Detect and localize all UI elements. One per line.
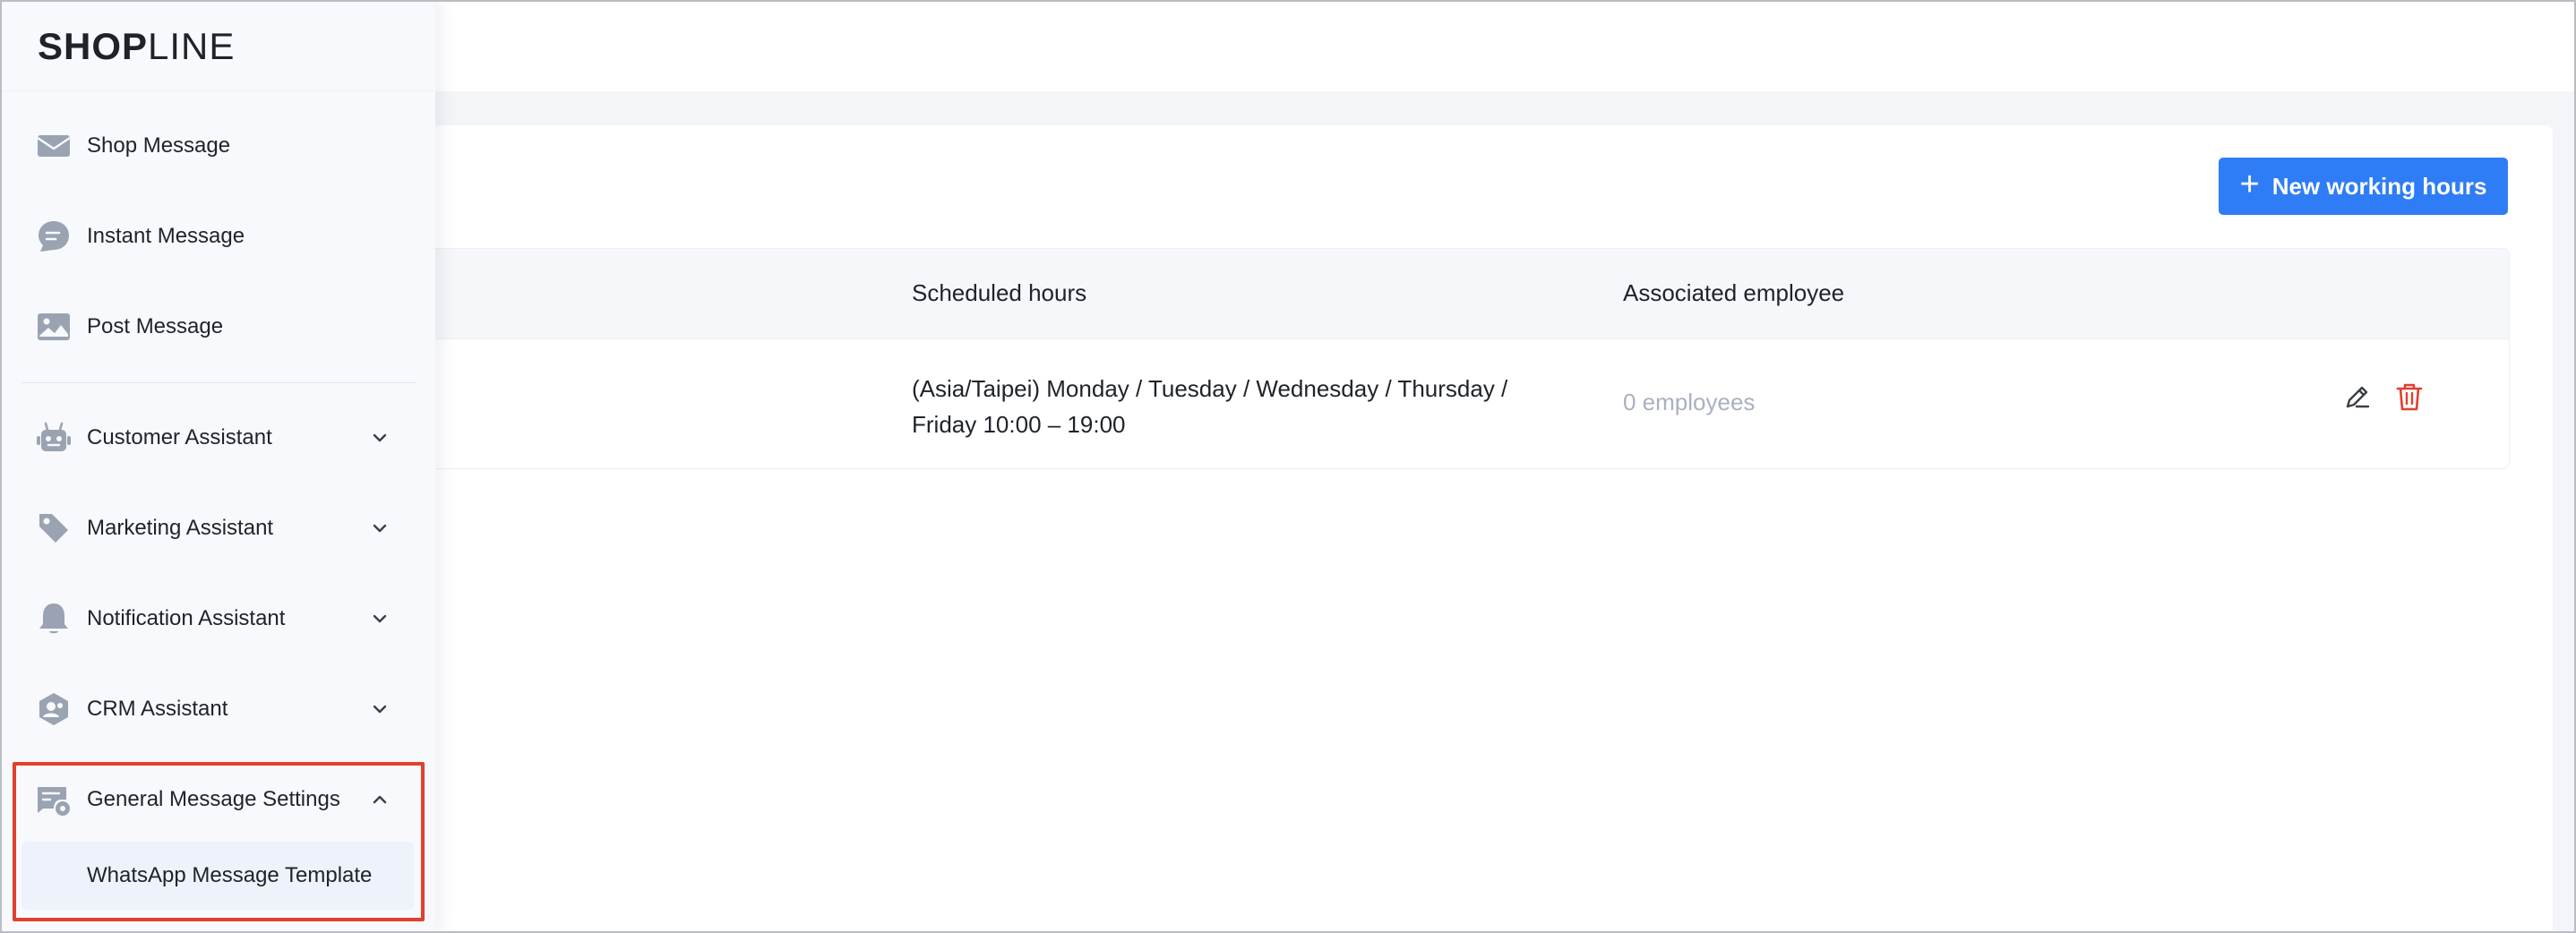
new-working-hours-label: New working hours (2271, 172, 2487, 200)
associated-employee-cell[interactable]: 0 employees (1623, 389, 1755, 416)
column-header-scheduled-hours: Scheduled hours (912, 279, 1087, 306)
chat-bubble-icon (36, 218, 72, 254)
sidebar-item-crm-assistant[interactable]: CRM Assistant (0, 682, 435, 736)
envelope-icon (36, 128, 72, 164)
message-settings-icon (36, 782, 72, 817)
chevron-down-icon (369, 427, 391, 449)
image-icon (36, 309, 72, 345)
column-header-associated-employee: Associated employee (1623, 279, 1845, 306)
sidebar-item-label: General Message Settings (87, 787, 340, 811)
robot-icon (36, 420, 72, 456)
chevron-down-icon (369, 698, 391, 720)
delete-icon[interactable] (2394, 381, 2425, 412)
sidebar-item-label: Customer Assistant (87, 425, 272, 449)
tag-icon (36, 510, 72, 546)
sidebar-item-label: Notification Assistant (87, 606, 286, 630)
sidebar-item-label: Instant Message (87, 224, 245, 248)
scheduled-hours-line1: (Asia/Taipei) Monday / Tuesday / Wednesd… (912, 375, 1508, 402)
chevron-down-icon (369, 518, 391, 539)
sidebar-divider (21, 382, 416, 383)
sidebar-item-post-message[interactable]: Post Message (0, 300, 435, 354)
scheduled-hours-line2: Friday 10:00 – 19:00 (912, 411, 1126, 438)
sidebar-item-customer-assistant[interactable]: Customer Assistant (0, 411, 435, 465)
sidebar-item-label: CRM Assistant (87, 697, 228, 721)
plus-icon: + (2239, 166, 2260, 203)
sidebar-subitem-whatsapp-message-template[interactable]: WhatsApp Message Template (21, 842, 414, 910)
sidebar-item-marketing-assistant[interactable]: Marketing Assistant (0, 501, 435, 555)
edit-icon[interactable] (2342, 381, 2373, 412)
sidebar-item-instant-message[interactable]: Instant Message (0, 210, 435, 263)
table-header: Scheduled hours Associated employee (296, 249, 2509, 339)
shopline-logo[interactable]: SHOP LINE (38, 25, 235, 68)
sidebar: SHOP LINE Shop Message Instant Message P… (0, 0, 435, 933)
logo-text-shop: SHOP (38, 25, 149, 67)
chevron-down-icon (369, 608, 391, 629)
sidebar-item-label: Post Message (87, 314, 224, 338)
sidebar-item-label: Marketing Assistant (87, 516, 274, 540)
new-working-hours-button[interactable]: + New working hours (2219, 158, 2508, 215)
row-actions (2342, 381, 2425, 412)
sidebar-subitem-label: WhatsApp Message Template (87, 863, 373, 887)
working-hours-table: Scheduled hours Associated employee (Asi… (296, 248, 2510, 469)
scheduled-hours-cell: (Asia/Taipei) Monday / Tuesday / Wednesd… (912, 371, 1593, 442)
working-hours-card (260, 125, 2553, 933)
logo-text-line: LINE (148, 25, 236, 67)
sidebar-item-notification-assistant[interactable]: Notification Assistant (0, 592, 435, 646)
logo-area: SHOP LINE (0, 0, 435, 91)
bell-icon (36, 601, 72, 637)
users-badge-icon (36, 691, 72, 727)
sidebar-item-label: Shop Message (87, 133, 231, 158)
sidebar-item-shop-message[interactable]: Shop Message (0, 119, 435, 173)
sidebar-item-general-message-settings[interactable]: General Message Settings (0, 773, 435, 826)
chevron-up-icon (369, 789, 391, 810)
